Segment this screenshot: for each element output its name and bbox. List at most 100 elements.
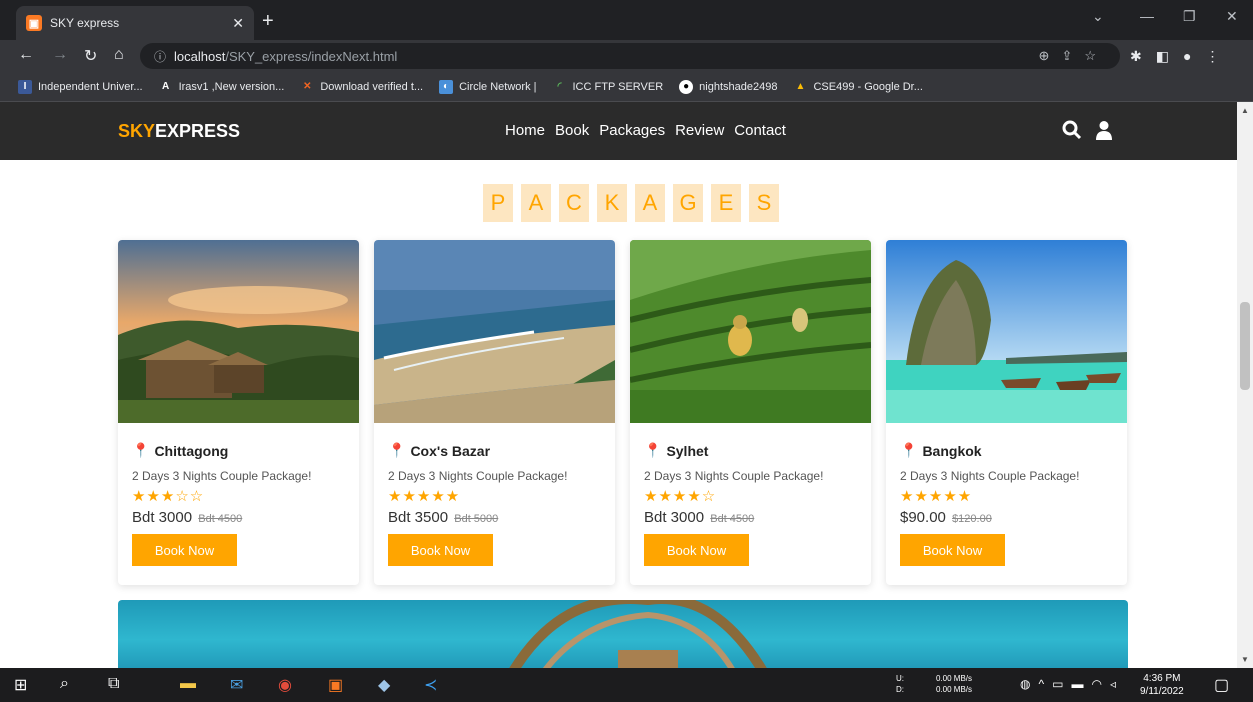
- clock[interactable]: 4:36 PM 9/11/2022: [1140, 672, 1184, 698]
- site-logo[interactable]: SKYEXPRESS: [118, 121, 240, 142]
- price-current: Bdt 3000: [644, 509, 705, 526]
- mail-icon[interactable]: ✉: [230, 675, 243, 695]
- location-pin-icon: 📍: [644, 442, 662, 458]
- system-tray[interactable]: ◍^▭▬◠◃: [1020, 677, 1124, 691]
- tab-title: SKY express: [50, 16, 120, 30]
- clock-time: 4:36 PM: [1143, 673, 1181, 684]
- address-bar-row: ← → ↻ ⌂ ⓘ localhost /SKY_express/indexNe…: [0, 40, 1253, 72]
- notification-icon[interactable]: ▢: [1214, 675, 1229, 695]
- bookmark-item[interactable]: ◐ Circle Network |: [439, 79, 537, 94]
- package-desc: 2 Days 3 Nights Couple Package!: [388, 469, 568, 483]
- windows-taskbar: ⊞ ⌕ ⧉ ▬ ✉ ◉ ▣ ◆ ≺ U: D: 0.00 MB/s 0.00 MB/…: [0, 668, 1253, 702]
- bookmark-item[interactable]: ✕ Download verified t...: [300, 80, 423, 94]
- scroll-down-icon[interactable]: ▼: [1241, 655, 1249, 664]
- heading-letter: G: [673, 184, 703, 222]
- scroll-thumb[interactable]: [1240, 302, 1250, 390]
- chittagong-image: [118, 240, 359, 423]
- star-rating: ★★★★☆: [644, 488, 717, 505]
- bookmark-label: Download verified t...: [320, 80, 424, 93]
- bookmark-item[interactable]: ◜ ICC FTP SERVER: [553, 80, 664, 94]
- user-icon[interactable]: [1094, 120, 1114, 145]
- url-input[interactable]: ⓘ localhost /SKY_express/indexNext.html …: [140, 43, 1120, 69]
- google-drive-icon: ▲: [795, 81, 806, 92]
- nav-review[interactable]: Review: [675, 122, 724, 139]
- star-rating: ★★★★★: [900, 488, 973, 505]
- github-icon: ●: [679, 79, 694, 94]
- more-menu-icon[interactable]: ⋮: [1205, 48, 1233, 64]
- nav-home[interactable]: Home: [505, 122, 545, 139]
- book-now-button[interactable]: Book Now: [644, 534, 749, 566]
- bookmark-item[interactable]: ● nightshade2498: [679, 79, 777, 94]
- nav-contact[interactable]: Contact: [734, 122, 786, 139]
- profile-avatar-icon[interactable]: ●: [1183, 48, 1205, 64]
- search-icon[interactable]: ⌕: [60, 675, 69, 693]
- nav-book[interactable]: Book: [555, 122, 589, 139]
- coxs-bazar-image: [374, 240, 615, 423]
- book-now-button[interactable]: Book Now: [132, 534, 237, 566]
- new-tab-icon[interactable]: +: [262, 10, 274, 33]
- zoom-icon[interactable]: ⊕: [1039, 48, 1062, 63]
- nav-packages[interactable]: Packages: [599, 122, 665, 139]
- package-card: 📍 Sylhet 2 Days 3 Nights Couple Package! …: [630, 240, 871, 585]
- tab-close-icon[interactable]: ✕: [232, 15, 244, 32]
- forward-icon[interactable]: →: [52, 46, 68, 64]
- extensions-puzzle-icon[interactable]: ✱: [1130, 48, 1156, 64]
- network-speed: 0.00 MB/s 0.00 MB/s: [936, 673, 972, 695]
- network-labels: U: D:: [896, 673, 904, 695]
- heading-letter: C: [559, 184, 589, 222]
- xampp-icon[interactable]: ▣: [328, 675, 343, 695]
- package-place: Sylhet: [666, 442, 709, 459]
- reload-icon[interactable]: ↻: [84, 46, 97, 66]
- x-icon: ✕: [303, 81, 312, 92]
- close-window-icon[interactable]: ✕: [1226, 8, 1238, 25]
- package-card: 📍 Bangkok 2 Days 3 Nights Couple Package!…: [886, 240, 1127, 585]
- bangkok-image: [886, 240, 1127, 423]
- bookmark-star-icon[interactable]: ☆: [1084, 48, 1108, 63]
- home-icon[interactable]: ⌂: [114, 46, 124, 64]
- logo-accent-text: SKY: [118, 121, 156, 141]
- book-now-button[interactable]: Book Now: [388, 534, 493, 566]
- omnibox-actions[interactable]: ⊕⇪☆: [1039, 48, 1108, 64]
- back-icon[interactable]: ←: [18, 46, 34, 64]
- package-price: Bdt 3500 Bdt 5000: [388, 509, 601, 526]
- resort-banner-image: [118, 600, 1128, 668]
- price-current: $90.00: [900, 509, 946, 526]
- extensions-area[interactable]: ✱◧●⋮: [1130, 48, 1233, 65]
- scroll-up-icon[interactable]: ▲: [1241, 106, 1249, 115]
- star-rating: ★★★☆☆: [132, 488, 205, 505]
- side-panel-icon[interactable]: ◧: [1156, 48, 1183, 64]
- file-explorer-icon[interactable]: ▬: [180, 675, 196, 693]
- bookmark-item[interactable]: A Irasv1 ,New version...: [159, 80, 284, 94]
- tab-search-chevron-icon[interactable]: ⌄: [1092, 8, 1104, 25]
- location-pin-icon: 📍: [900, 442, 918, 458]
- windows-start-icon[interactable]: ⊞: [14, 675, 27, 695]
- bookmark-item[interactable]: I Independent Univer...: [18, 79, 143, 94]
- browser-tab[interactable]: ▣ SKY express ✕: [16, 6, 254, 40]
- heading-letter: E: [711, 184, 741, 222]
- net-down-label: D:: [896, 685, 904, 694]
- help-icon[interactable]: ◍: [1020, 677, 1038, 691]
- search-icon[interactable]: [1062, 120, 1082, 145]
- battery-icon[interactable]: ▬: [1071, 677, 1091, 691]
- network-icon[interactable]: ▭: [1052, 677, 1071, 691]
- heading-letter: K: [597, 184, 627, 222]
- minimize-icon[interactable]: —: [1140, 8, 1154, 24]
- site-info-icon[interactable]: ⓘ: [154, 48, 166, 65]
- share-icon[interactable]: ⇪: [1061, 48, 1084, 63]
- book-now-button[interactable]: Book Now: [900, 534, 1005, 566]
- bookmark-item[interactable]: ▲ CSE499 - Google Dr...: [793, 80, 923, 94]
- chevron-up-icon[interactable]: ^: [1038, 677, 1052, 691]
- price-old: Bdt 4500: [198, 513, 243, 525]
- package-card: 📍 Chittagong 2 Days 3 Nights Couple Packa…: [118, 240, 359, 585]
- package-price: Bdt 3000 Bdt 4500: [644, 509, 857, 526]
- app-icon[interactable]: ◆: [378, 675, 390, 695]
- chrome-icon[interactable]: ◉: [278, 675, 292, 695]
- net-down-speed: 0.00 MB/s: [936, 685, 973, 694]
- task-view-icon[interactable]: ⧉: [108, 675, 119, 693]
- vscode-icon[interactable]: ≺: [424, 675, 437, 695]
- wifi-icon[interactable]: ◠: [1091, 677, 1109, 691]
- volume-icon[interactable]: ◃: [1110, 677, 1124, 691]
- restore-icon[interactable]: ❐: [1183, 8, 1196, 25]
- xampp-favicon-icon: ▣: [26, 15, 42, 31]
- page-scrollbar[interactable]: ▲ ▼: [1237, 102, 1253, 668]
